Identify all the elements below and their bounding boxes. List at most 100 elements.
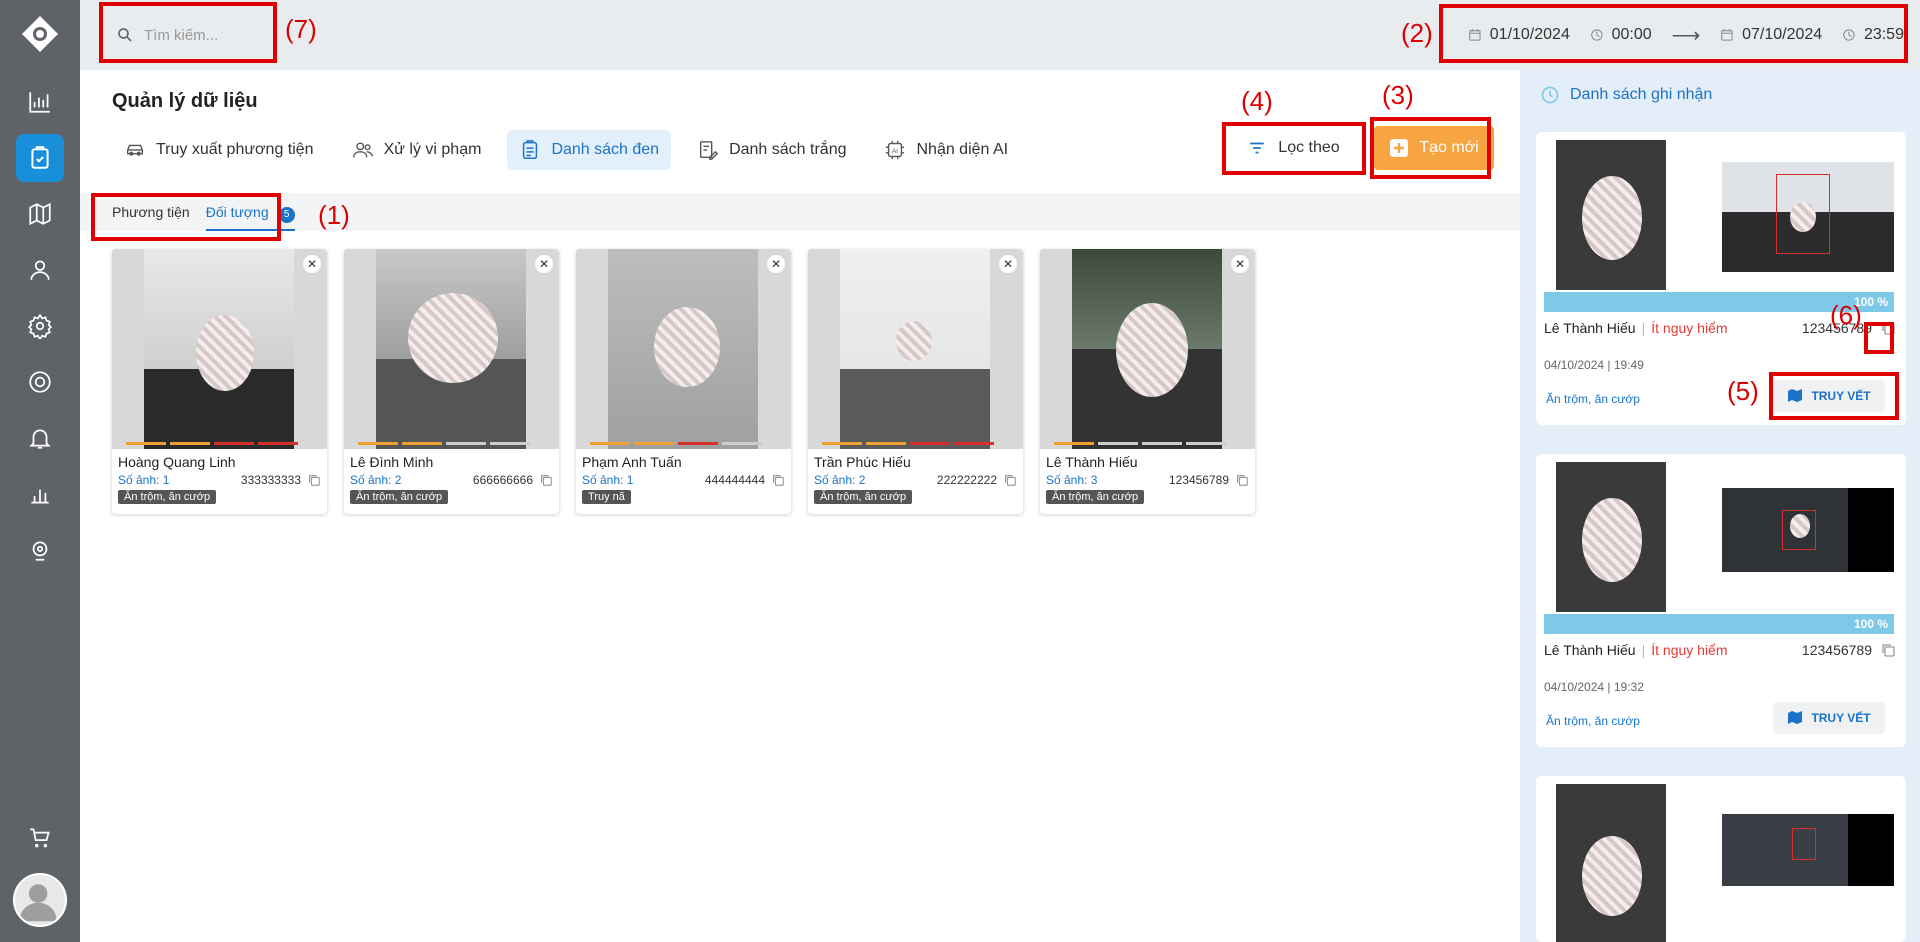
main-content: Quản lý dữ liệu Truy xuất phương tiện Xử… <box>80 70 1520 942</box>
copy-icon[interactable] <box>1235 473 1249 487</box>
trace-button[interactable]: TRUY VẾT <box>1773 702 1885 734</box>
sub-tab-bar: Phương tiện Đối tượng 5 <box>80 193 1520 231</box>
tab-label: Nhận diện AI <box>916 141 1009 158</box>
subject-photo: ✕ <box>808 249 1023 449</box>
crime-tag: Truy nã <box>582 490 631 504</box>
clipboard-check-icon[interactable] <box>16 134 64 182</box>
record-scene-photo <box>1722 814 1894 886</box>
filter-label: Lọc theo <box>1278 139 1340 156</box>
copy-icon[interactable] <box>1880 320 1896 336</box>
annotation-label: (1) <box>318 200 350 230</box>
subject-name: Phạm Anh Tuấn <box>582 454 682 470</box>
filter-icon <box>1250 142 1265 154</box>
map-icon[interactable] <box>16 190 64 238</box>
annotation-label: (5) <box>1727 376 1759 406</box>
copy-icon[interactable] <box>307 473 321 487</box>
app-logo-icon[interactable] <box>20 14 60 54</box>
tab-label: Danh sách đen <box>551 141 660 158</box>
subject-id: 123456789 <box>1168 473 1229 487</box>
group-icon[interactable] <box>16 246 64 294</box>
subject-id: 222222222 <box>936 473 997 487</box>
page-title: Quản lý dữ liệu <box>112 90 258 112</box>
risk-bars <box>358 442 530 445</box>
record-card[interactable]: 100 % Lê Thành Hiếu | Ít nguy hiểm 12345… <box>1536 132 1906 425</box>
settings-icon[interactable] <box>16 302 64 350</box>
close-icon[interactable]: ✕ <box>535 255 553 273</box>
annotation-label: (4) <box>1241 86 1273 116</box>
record-card[interactable]: 100 % Lê Thành Hiếu | Ít nguy hiểm 12345… <box>1536 454 1906 747</box>
subject-name: Lê Đình Minh <box>350 454 434 470</box>
arrow-right-icon: ⟶ <box>1671 24 1701 47</box>
risk-bar-1 <box>822 442 862 445</box>
sidebar <box>0 0 80 942</box>
to-time[interactable]: 23:59 <box>1864 26 1904 44</box>
record-face-photo <box>1556 462 1666 612</box>
subject-id: 333333333 <box>240 473 301 487</box>
tab-violations[interactable]: Xử lý vi phạm <box>340 130 494 170</box>
tab-ai-recognition[interactable]: AI Nhận diện AI <box>872 130 1020 170</box>
copy-icon[interactable] <box>771 473 785 487</box>
search-input[interactable]: Tìm kiếm... <box>144 27 218 44</box>
record-panel-header: Danh sách ghi nhận <box>1540 85 1712 105</box>
subject-card[interactable]: ✕ Lê Đình Minh Số ảnh: 2 666666666 Ăn trộ… <box>344 249 559 514</box>
bell-icon[interactable] <box>16 414 64 462</box>
close-icon[interactable]: ✕ <box>1231 255 1249 273</box>
target-icon[interactable] <box>16 358 64 406</box>
copy-icon[interactable] <box>1880 642 1896 658</box>
risk-bar-4 <box>954 442 994 445</box>
photo-count: Số ảnh: 2 <box>350 473 402 487</box>
search-box[interactable]: Tìm kiếm... <box>100 16 268 54</box>
subject-card[interactable]: ✕ Lê Thành Hiếu Số ảnh: 3 123456789 Ăn tr… <box>1040 249 1255 514</box>
annotation-label: (7) <box>285 14 317 44</box>
svg-text:AI: AI <box>892 148 898 155</box>
subject-card[interactable]: ✕ Phạm Anh Tuấn Số ảnh: 1 444444444 Truy … <box>576 249 791 514</box>
subtab-subject[interactable]: Đối tượng 5 <box>205 204 295 231</box>
record-time: 04/10/2024 | 19:32 <box>1544 680 1644 694</box>
danger-level: Ít nguy hiểm <box>1651 642 1728 658</box>
tab-whitelist[interactable]: Danh sách trắng <box>685 130 858 170</box>
webcam-icon[interactable] <box>16 526 64 574</box>
cart-icon[interactable] <box>16 814 64 862</box>
record-id: 123456789 <box>1801 642 1872 658</box>
main-tabs: Truy xuất phương tiện Xử lý vi phạm Danh… <box>112 130 1020 170</box>
annotation-label: (6) <box>1830 300 1862 330</box>
tab-blacklist[interactable]: Danh sách đen <box>507 130 672 170</box>
from-date[interactable]: 01/10/2024 <box>1490 26 1570 44</box>
bar-chart-icon[interactable] <box>16 470 64 518</box>
record-time: 04/10/2024 | 19:49 <box>1544 358 1644 372</box>
crime-tag: Ăn trộm, ăn cướp <box>118 490 217 504</box>
trace-button[interactable]: TRUY VẾT <box>1773 380 1885 412</box>
record-crime: Ăn trộm, ăn cướp <box>1546 714 1640 728</box>
avatar[interactable] <box>13 873 67 927</box>
close-icon[interactable]: ✕ <box>767 255 785 273</box>
record-face-photo <box>1556 140 1666 290</box>
match-percent: 100 % <box>1544 614 1894 634</box>
tab-vehicle-lookup[interactable]: Truy xuất phương tiện <box>112 130 326 170</box>
tab-label: Danh sách trắng <box>729 141 847 158</box>
danger-level: Ít nguy hiểm <box>1651 320 1728 336</box>
plus-square-icon <box>1390 139 1409 157</box>
record-scene-photo <box>1722 488 1894 572</box>
subject-photo: ✕ <box>344 249 559 449</box>
subject-card[interactable]: ✕ Trần Phúc Hiếu Số ảnh: 2 222222222 Ăn t… <box>808 249 1023 514</box>
date-range-picker[interactable]: 01/10/2024 00:00 ⟶ 07/10/2024 23:59 <box>1444 16 1904 54</box>
copy-icon[interactable] <box>1003 473 1017 487</box>
crime-tag: Ăn trộm, ăn cướp <box>350 490 449 504</box>
car-icon <box>126 144 144 156</box>
copy-icon[interactable] <box>539 473 553 487</box>
subject-card[interactable]: ✕ Hoàng Quang Linh Số ảnh: 1 333333333 Ăn… <box>112 249 327 514</box>
close-icon[interactable]: ✕ <box>999 255 1017 273</box>
filter-button[interactable]: Lọc theo <box>1224 125 1364 171</box>
photo-count: Số ảnh: 1 <box>118 473 170 487</box>
create-new-button[interactable]: Tạo mới <box>1374 126 1494 170</box>
to-date[interactable]: 07/10/2024 <box>1742 26 1822 44</box>
record-name: Lê Thành Hiếu <box>1544 320 1636 336</box>
record-card[interactable] <box>1536 776 1906 942</box>
chart-icon[interactable] <box>16 78 64 126</box>
close-icon[interactable]: ✕ <box>303 255 321 273</box>
subtab-vehicle[interactable]: Phương tiện <box>112 204 190 231</box>
from-time[interactable]: 00:00 <box>1612 26 1652 44</box>
risk-bar-4 <box>722 442 762 445</box>
risk-bar-4 <box>1186 442 1226 445</box>
record-scene-photo <box>1722 162 1894 272</box>
